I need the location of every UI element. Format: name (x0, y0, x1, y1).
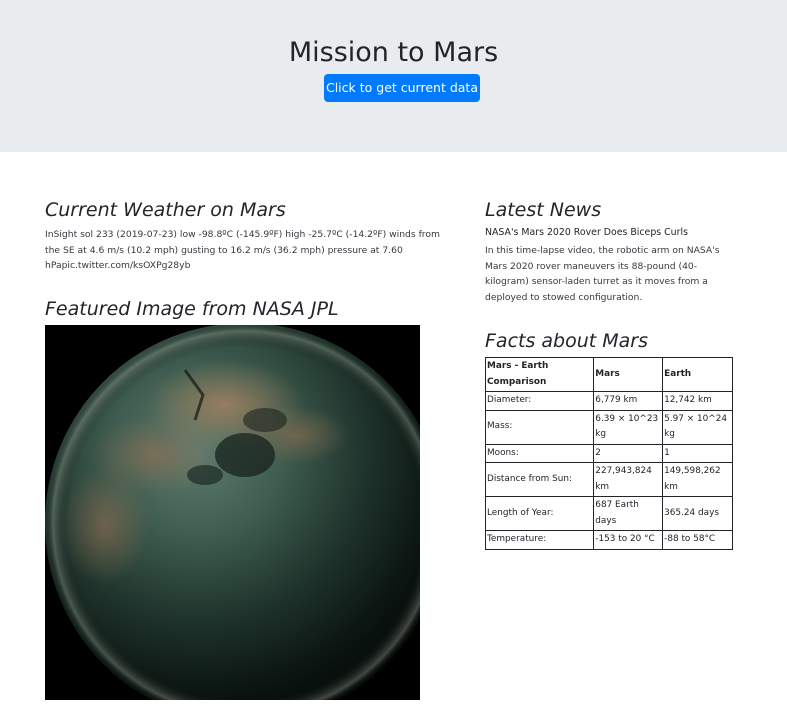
table-cell: 6,779 km (593, 391, 664, 411)
table-header-row: Mars - Earth Comparison Mars Earth (484, 357, 733, 392)
featured-image (45, 325, 420, 700)
news-teaser: In this time-lapse video, the robotic ar… (485, 245, 720, 303)
table-row: Distance from Sun: 227,943,824 km 149,59… (484, 462, 733, 497)
table-cell: 2 (593, 443, 664, 463)
scrape-button[interactable]: Click to get current data (324, 74, 480, 102)
table-cell: 12,742 km (662, 391, 733, 411)
table-cell: Temperature: (484, 530, 595, 550)
table-row: Mass: 6.39 × 10^23 kg 5.97 × 10^24 kg (484, 409, 733, 445)
news-heading: Latest News (485, 199, 602, 221)
column-header: Mars - Earth Comparison (484, 357, 595, 392)
table-row: Length of Year: 687 Earth days 365.24 da… (484, 496, 733, 531)
column-header: Mars (593, 357, 664, 392)
header-jumbotron: Mission to Mars Click to get current dat… (0, 0, 787, 152)
table-cell: Diameter: (484, 391, 595, 411)
titan-image (45, 325, 420, 700)
table-cell: 1 (662, 443, 733, 463)
table-cell: Length of Year: (484, 496, 595, 531)
table-cell: Distance from Sun: (484, 462, 595, 497)
table-cell: 6.39 × 10^23 kg (593, 409, 664, 445)
featured-image-heading: Featured Image from NASA JPL (45, 298, 339, 320)
table-row: Moons: 2 1 (484, 443, 733, 463)
table-cell: Moons: (484, 443, 595, 463)
table-cell: 149,598,262 km (662, 462, 733, 497)
column-header: Earth (662, 357, 733, 392)
weather-text: InSight sol 233 (2019-07-23) low -98.8ºC… (45, 229, 440, 271)
page-title: Mission to Mars (288, 37, 499, 68)
table-cell: 227,943,824 km (593, 462, 664, 497)
facts-heading: Facts about Mars (485, 330, 649, 352)
table-cell: -88 to 58°C (662, 530, 733, 550)
table-cell: 5.97 × 10^24 kg (662, 409, 733, 445)
table-row: Temperature: -153 to 20 °C -88 to 58°C (484, 530, 733, 550)
table-row: Diameter: 6,779 km 12,742 km (484, 391, 733, 411)
table-cell: -153 to 20 °C (593, 530, 664, 550)
table-cell: Mass: (484, 409, 595, 445)
news-title[interactable]: NASA's Mars 2020 Rover Does Biceps Curls (485, 226, 745, 240)
facts-table: Mars - Earth Comparison Mars Earth Diame… (484, 357, 733, 550)
weather-heading: Current Weather on Mars (45, 199, 286, 221)
table-cell: 687 Earth days (593, 496, 664, 531)
table-cell: 365.24 days (662, 496, 733, 531)
